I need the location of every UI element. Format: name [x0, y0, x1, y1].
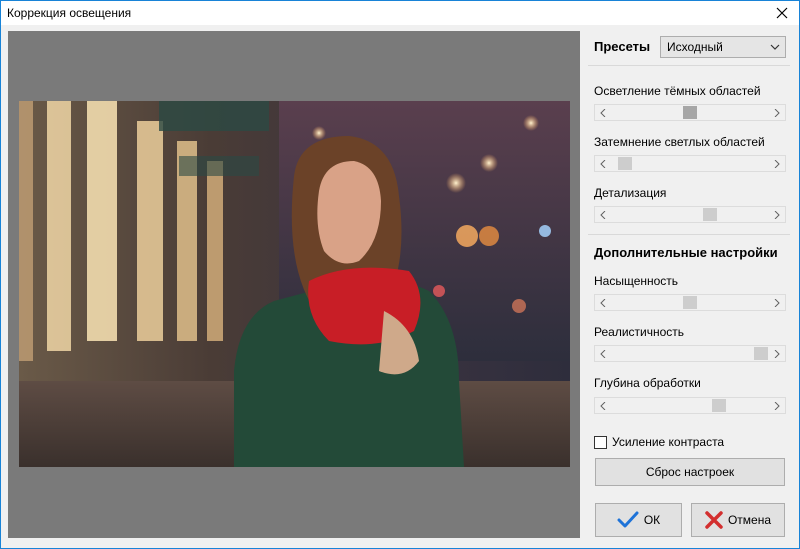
slider-left-arrow[interactable]	[595, 398, 611, 413]
slider-thumb[interactable]	[683, 296, 697, 309]
window-title: Коррекция освещения	[7, 6, 132, 20]
presets-select[interactable]: Исходный	[660, 36, 786, 58]
slider-left-arrow[interactable]	[595, 105, 611, 120]
slider-label-saturation: Насыщенность	[594, 274, 679, 288]
slider-detail[interactable]	[594, 206, 786, 223]
presets-label: Пресеты	[594, 39, 651, 54]
slider-label-depth: Глубина обработки	[594, 376, 701, 390]
slider-label-shadows: Осветление тёмных областей	[594, 84, 761, 98]
slider-left-arrow[interactable]	[595, 295, 611, 310]
slider-right-arrow[interactable]	[769, 346, 785, 361]
close-button[interactable]	[765, 1, 799, 25]
checkmark-icon	[617, 511, 639, 529]
cancel-button[interactable]: Отмена	[691, 503, 785, 537]
slider-left-arrow[interactable]	[595, 156, 611, 171]
slider-track[interactable]	[611, 398, 769, 413]
reset-settings-label: Сброс настроек	[645, 465, 735, 479]
reset-settings-button[interactable]: Сброс настроек	[595, 458, 785, 486]
slider-left-arrow[interactable]	[595, 346, 611, 361]
slider-shadows[interactable]	[594, 104, 786, 121]
slider-track[interactable]	[611, 207, 769, 222]
ok-label: ОК	[643, 513, 661, 527]
slider-label-realism: Реалистичность	[594, 325, 685, 339]
slider-thumb[interactable]	[703, 208, 718, 221]
slider-thumb[interactable]	[711, 399, 726, 412]
preview-photo	[19, 101, 570, 467]
slider-thumb[interactable]	[683, 106, 697, 119]
slider-right-arrow[interactable]	[769, 398, 785, 413]
presets-row: Пресеты Исходный	[594, 36, 786, 58]
contrast-checkbox[interactable]	[594, 435, 607, 449]
slider-left-arrow[interactable]	[595, 207, 611, 222]
title-bar: Коррекция освещения	[1, 1, 799, 25]
chevron-down-icon	[770, 41, 780, 55]
cancel-label: Отмена	[727, 513, 772, 527]
contrast-checkbox-label: Усиление контраста	[612, 435, 725, 449]
slider-realism[interactable]	[594, 345, 786, 362]
slider-label-highlights: Затемнение светлых областей	[594, 135, 765, 149]
cross-icon	[705, 511, 723, 529]
slider-track[interactable]	[611, 295, 769, 310]
slider-track[interactable]	[611, 156, 769, 171]
slider-right-arrow[interactable]	[769, 156, 785, 171]
separator	[588, 65, 790, 66]
ok-button[interactable]: ОК	[595, 503, 682, 537]
slider-track[interactable]	[611, 105, 769, 120]
separator	[588, 234, 790, 235]
presets-selected-value: Исходный	[667, 40, 723, 54]
slider-label-detail: Детализация	[594, 186, 667, 200]
slider-right-arrow[interactable]	[769, 105, 785, 120]
contrast-checkbox-row[interactable]: Усиление контраста	[594, 434, 724, 450]
advanced-settings-title: Дополнительные настройки	[594, 245, 778, 260]
slider-thumb[interactable]	[753, 347, 768, 360]
close-icon	[776, 7, 788, 19]
slider-track[interactable]	[611, 346, 769, 361]
slider-right-arrow[interactable]	[769, 207, 785, 222]
slider-saturation[interactable]	[594, 294, 786, 311]
slider-right-arrow[interactable]	[769, 295, 785, 310]
slider-thumb[interactable]	[618, 157, 633, 170]
slider-depth[interactable]	[594, 397, 786, 414]
preview-area	[8, 31, 580, 538]
slider-highlights[interactable]	[594, 155, 786, 172]
